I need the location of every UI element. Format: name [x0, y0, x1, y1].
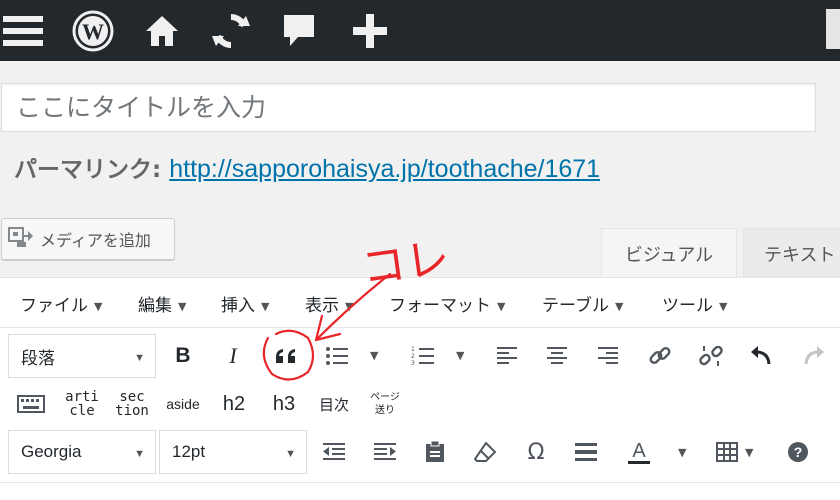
h2-button[interactable]: h2 [216, 388, 252, 420]
comments-icon[interactable] [276, 8, 322, 54]
align-right-button[interactable] [593, 338, 623, 374]
table-caret[interactable]: ▼ [745, 446, 753, 459]
align-right-icon [598, 347, 618, 364]
format-select-value: 段落 [21, 348, 55, 368]
menu-view[interactable]: 表示 ▼ [305, 291, 353, 316]
font-size-value: 12pt [172, 442, 206, 461]
indent-icon [374, 443, 396, 460]
tab-text-label: テキスト [764, 244, 836, 266]
numbered-list-icon: 123 [411, 346, 434, 367]
permalink-link[interactable]: http://sapporohaisya.jp/toothache/1671 [169, 155, 600, 183]
new-content-icon[interactable] [347, 8, 393, 54]
svg-text:3: 3 [411, 360, 415, 367]
toc-button[interactable]: 目次 [316, 388, 352, 420]
numbered-list-caret[interactable]: ▼ [456, 349, 464, 362]
section-button[interactable]: sec tion [114, 386, 150, 422]
admin-bar: W [0, 0, 840, 61]
updates-icon[interactable] [208, 8, 254, 54]
clipboard-icon [426, 441, 444, 462]
undo-button[interactable] [745, 338, 777, 374]
add-media-label: メディアを追加 [40, 231, 151, 250]
special-character-button[interactable]: Ω [521, 434, 551, 470]
format-select[interactable]: 段落 ▼ [8, 334, 156, 378]
redo-button[interactable] [798, 338, 830, 374]
h3-button[interactable]: h3 [266, 388, 302, 420]
permalink-label: パーマリンク: [14, 157, 162, 183]
outdent-button[interactable] [319, 434, 349, 470]
menu-insert[interactable]: 挿入 ▼ [221, 291, 269, 316]
align-center-button[interactable] [542, 338, 572, 374]
text-color-caret[interactable]: ▼ [678, 446, 686, 459]
align-left-icon [497, 347, 517, 364]
pagebreak-button[interactable]: ページ 送り [367, 386, 403, 422]
font-family-select[interactable]: Georgia ▼ [8, 430, 156, 474]
permalink: パーマリンク: http://sapporohaisya.jp/toothach… [14, 150, 600, 184]
eraser-icon [474, 442, 496, 462]
menu-tools[interactable]: ツール ▼ [662, 291, 727, 316]
tab-visual[interactable]: ビジュアル [601, 228, 737, 278]
indent-button[interactable] [370, 434, 400, 470]
svg-text:2: 2 [411, 353, 415, 360]
bullet-list-caret[interactable]: ▼ [370, 349, 378, 362]
keyboard-icon [17, 395, 45, 413]
unlink-icon [699, 345, 723, 366]
clear-formatting-button[interactable] [470, 434, 500, 470]
add-media-button[interactable]: メディアを追加 [1, 218, 175, 260]
blockquote-button[interactable] [268, 338, 304, 374]
svg-text:W: W [82, 19, 104, 44]
menu-edit[interactable]: 編集 ▼ [138, 291, 186, 316]
wordpress-logo-icon[interactable]: W [70, 8, 116, 54]
horizontal-line-icon [575, 443, 597, 461]
keyboard-shortcut-button[interactable] [14, 388, 48, 420]
svg-text:?: ? [794, 444, 803, 460]
tab-visual-label: ビジュアル [624, 244, 714, 266]
svg-text:1: 1 [411, 346, 415, 353]
paste-text-button[interactable] [420, 434, 450, 470]
bullet-list-button[interactable] [322, 338, 352, 374]
insert-link-button[interactable] [644, 338, 676, 374]
omega-icon: Ω [527, 439, 545, 465]
font-size-select[interactable]: 12pt ▼ [159, 430, 307, 474]
numbered-list-button[interactable]: 123 [408, 338, 438, 374]
toolbar-divider [0, 482, 840, 483]
bullet-list-icon [326, 347, 348, 365]
outdent-icon [323, 443, 345, 460]
avatar[interactable] [826, 9, 840, 49]
menu-format[interactable]: フォーマット ▼ [389, 291, 505, 316]
article-button[interactable]: arti cle [64, 386, 100, 422]
font-family-value: Georgia [21, 442, 82, 461]
menu-file[interactable]: ファイル ▼ [20, 291, 102, 316]
menu-icon[interactable] [0, 8, 46, 54]
align-center-icon [547, 347, 567, 364]
table-button[interactable] [712, 434, 742, 470]
home-icon[interactable] [139, 8, 185, 54]
media-icon [8, 225, 34, 253]
align-left-button[interactable] [492, 338, 522, 374]
undo-icon [751, 346, 771, 365]
menu-table[interactable]: テーブル ▼ [542, 291, 623, 316]
bold-button[interactable]: B [168, 338, 198, 374]
quote-icon [276, 349, 295, 363]
title-input[interactable] [1, 83, 816, 132]
text-color-button[interactable]: A [623, 434, 655, 470]
table-icon [716, 442, 738, 462]
aside-button[interactable]: aside [164, 388, 202, 420]
help-button[interactable]: ? [783, 434, 813, 470]
italic-button[interactable]: I [218, 338, 248, 374]
remove-link-button[interactable] [695, 338, 727, 374]
horizontal-line-button[interactable] [571, 434, 601, 470]
text-color-icon: A [628, 440, 650, 464]
help-icon: ? [788, 442, 808, 462]
link-icon [649, 347, 671, 364]
tab-text[interactable]: テキスト [743, 228, 840, 278]
svg-text:A: A [632, 440, 646, 462]
redo-icon [804, 346, 824, 365]
